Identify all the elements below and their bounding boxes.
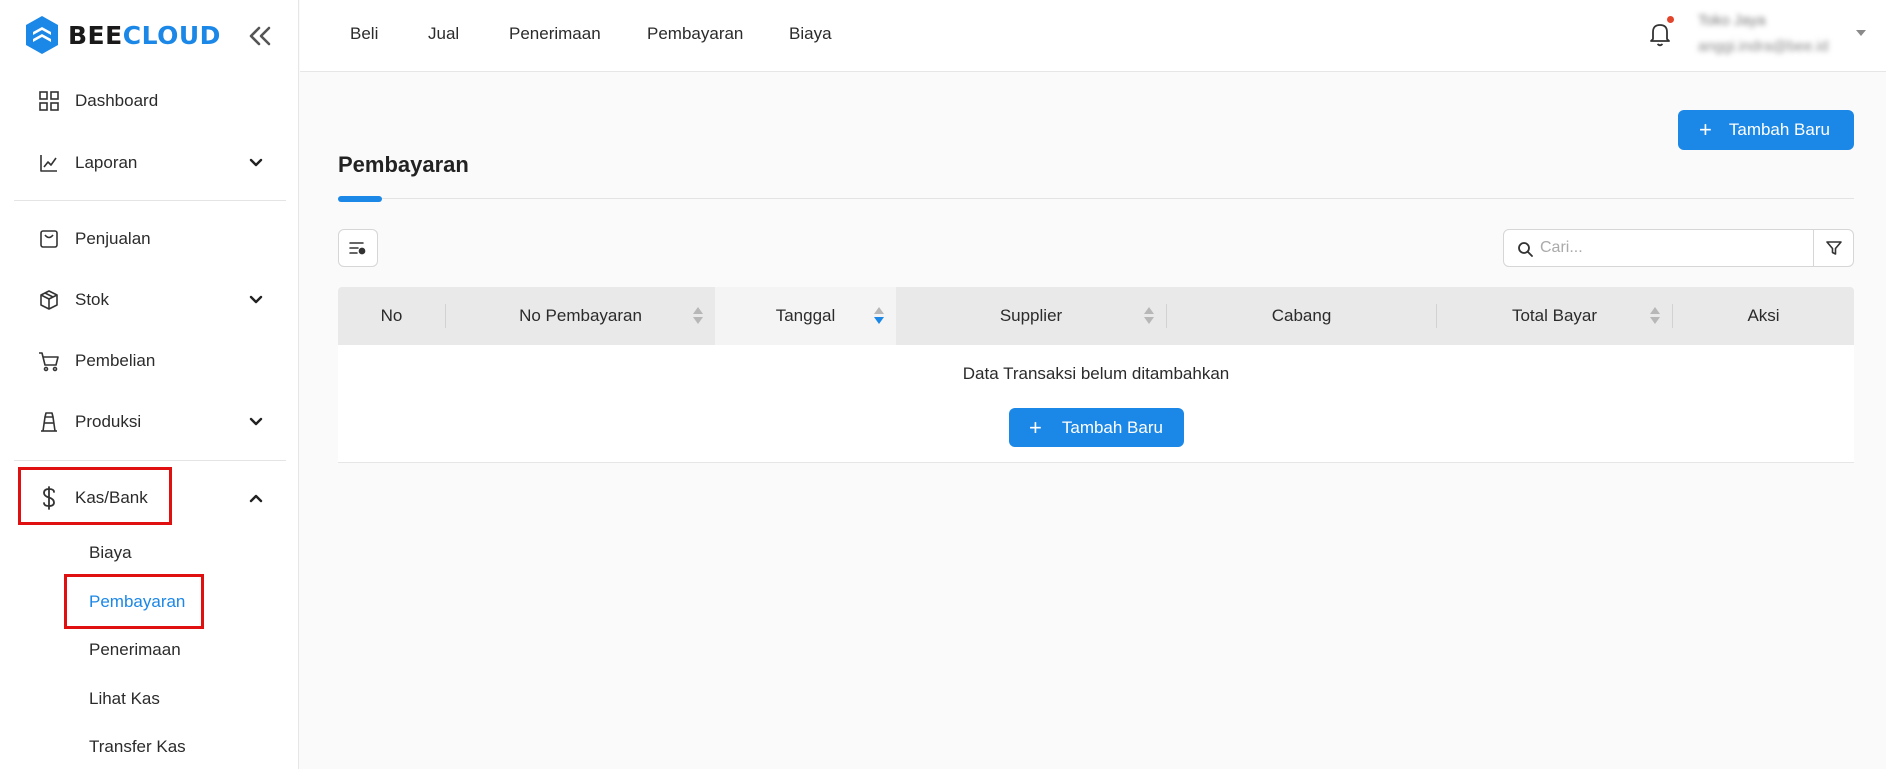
sort-icon[interactable]: [1649, 306, 1661, 326]
column-header-label: Cabang: [1271, 306, 1332, 325]
plus-icon: +: [1029, 414, 1042, 440]
sort-down-arrow: [693, 317, 703, 324]
sidebar-item-label: Dashboard: [75, 91, 159, 110]
sidebar-subitem-penerimaan[interactable]: Penerimaan: [89, 640, 181, 660]
sidebar-item-kas-bank[interactable]: Kas/Bank: [14, 470, 286, 526]
chevron-up-icon: [249, 494, 263, 503]
dollar-icon: [37, 486, 61, 510]
column-header-aksi: Aksi: [1673, 287, 1854, 345]
column-header-no-pembayaran[interactable]: No Pembayaran: [446, 287, 715, 345]
shopping-bag-icon: [37, 227, 61, 251]
sidebar-item-label: Laporan: [75, 153, 138, 172]
sidebar-subitem-biaya[interactable]: Biaya: [89, 543, 132, 563]
filter-button[interactable]: [1813, 229, 1854, 267]
column-header-supplier[interactable]: Supplier: [896, 287, 1166, 345]
add-new-button[interactable]: + Tambah Baru: [1678, 110, 1854, 150]
sort-icon[interactable]: [873, 306, 885, 326]
brand-logo[interactable]: BEECLOUD: [24, 14, 221, 56]
sidebar-subitem-pembayaran[interactable]: Pembayaran: [89, 592, 185, 612]
topnav-jual[interactable]: Jual: [428, 24, 459, 44]
active-tab-indicator: [338, 196, 382, 202]
cart-icon: [37, 349, 61, 373]
empty-state-message: Data Transaksi belum ditambahkan: [962, 364, 1230, 383]
column-header-label: No: [380, 306, 403, 325]
user-name: Toko Jaya: [1698, 12, 1766, 29]
notification-dot: [1667, 16, 1674, 23]
column-header-no[interactable]: No: [338, 287, 445, 345]
double-chevron-left-icon: [249, 26, 271, 46]
chevron-down-icon: [249, 295, 263, 304]
brand-name-part2: CLOUD: [122, 20, 221, 50]
add-new-label: Tambah Baru: [1728, 120, 1830, 139]
sort-up-arrow: [1144, 307, 1154, 314]
page-title: Pembayaran: [338, 152, 469, 177]
sidebar-subitem-transfer-kas[interactable]: Transfer Kas: [89, 737, 186, 757]
column-header-cabang[interactable]: Cabang: [1167, 287, 1436, 345]
sort-up-arrow: [874, 307, 884, 314]
column-header-label: No Pembayaran: [519, 306, 642, 325]
filter-icon: [1825, 241, 1842, 255]
column-header-total-bayar[interactable]: Total Bayar: [1437, 287, 1672, 345]
top-bar: Beli Jual Penerimaan Pembayaran Biaya To…: [300, 0, 1886, 72]
brand-name-part1: BEE: [68, 20, 123, 50]
sidebar-item-penjualan[interactable]: Penjualan: [14, 211, 286, 267]
user-email: anggi.indra@bee.id: [1698, 38, 1829, 55]
column-header-label: Supplier: [999, 306, 1063, 325]
empty-state-add-label: Tambah Baru: [1061, 417, 1163, 437]
sort-down-arrow: [1650, 317, 1660, 324]
sort-icon[interactable]: [692, 306, 704, 326]
search-box: [1503, 229, 1814, 267]
sort-icon[interactable]: [1143, 306, 1155, 326]
chart-line-icon: [37, 151, 61, 175]
sidebar-item-produksi[interactable]: Produksi: [14, 394, 286, 450]
sort-down-arrow-active: [874, 317, 884, 324]
sidebar-item-label: Stok: [75, 290, 110, 309]
topnav-beli[interactable]: Beli: [350, 24, 378, 44]
column-settings-button[interactable]: [338, 229, 378, 267]
sidebar-item-dashboard[interactable]: Dashboard: [14, 73, 286, 129]
column-header-label: Total Bayar: [1511, 306, 1598, 325]
brand-name: BEECLOUD: [68, 21, 221, 50]
sidebar-item-label: Pembelian: [75, 351, 156, 370]
factory-icon: [37, 410, 61, 434]
column-header-label: Aksi: [1747, 306, 1780, 325]
sidebar-divider: [14, 460, 286, 461]
sidebar-item-stok[interactable]: Stok: [14, 272, 286, 328]
topnav-penerimaan[interactable]: Penerimaan: [509, 24, 601, 44]
title-divider: [338, 198, 1854, 199]
sidebar-item-laporan[interactable]: Laporan: [14, 135, 286, 191]
chevron-down-icon: [249, 158, 263, 167]
sidebar: BEECLOUD Dashboard Laporan Penjualan Sto…: [0, 0, 299, 769]
search-icon: [1518, 242, 1533, 257]
empty-state-add-button[interactable]: + Tambah Baru: [1009, 408, 1184, 447]
sidebar-divider: [14, 200, 286, 201]
sort-up-arrow: [1650, 307, 1660, 314]
beecloud-logo-icon: [26, 16, 58, 54]
sidebar-item-pembelian[interactable]: Pembelian: [14, 333, 286, 389]
sort-down-arrow: [1144, 317, 1154, 324]
table-header: No No Pembayaran Tanggal Supplier Cabang…: [338, 287, 1854, 345]
search-input[interactable]: [1540, 231, 1808, 265]
sidebar-item-label: Kas/Bank: [75, 488, 148, 507]
sort-up-arrow: [693, 307, 703, 314]
topnav-biaya[interactable]: Biaya: [789, 24, 832, 44]
collapse-sidebar-button[interactable]: [244, 20, 276, 52]
bell-icon[interactable]: [1646, 20, 1674, 48]
grid-icon: [37, 89, 61, 113]
plus-icon: +: [1699, 117, 1712, 142]
chevron-down-icon: [249, 417, 263, 426]
box-icon: [37, 288, 61, 312]
sidebar-item-label: Penjualan: [75, 229, 151, 248]
topnav-pembayaran[interactable]: Pembayaran: [647, 24, 743, 44]
sidebar-item-label: Produksi: [75, 412, 142, 431]
column-settings-icon: [349, 242, 366, 255]
column-header-label: Tanggal: [775, 306, 836, 325]
caret-down-icon[interactable]: [1856, 30, 1866, 36]
sidebar-subitem-lihat-kas[interactable]: Lihat Kas: [89, 689, 160, 709]
column-header-tanggal[interactable]: Tanggal: [715, 287, 896, 345]
